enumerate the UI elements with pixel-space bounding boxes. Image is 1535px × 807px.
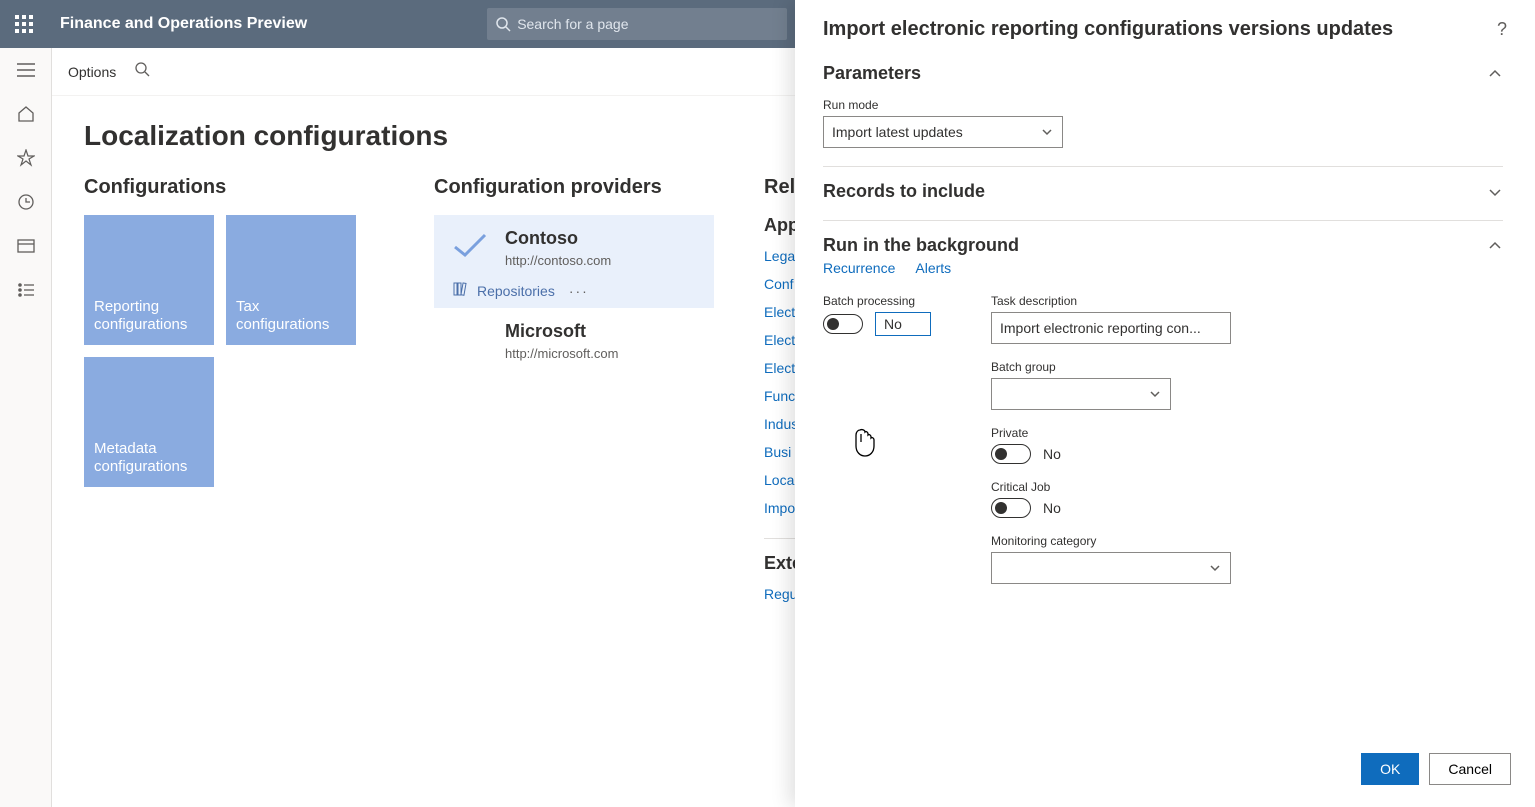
- batch-group-label: Batch group: [991, 360, 1231, 374]
- global-search[interactable]: [487, 8, 787, 40]
- recurrence-link[interactable]: Recurrence: [823, 260, 895, 276]
- chevron-up-icon: [1487, 66, 1503, 82]
- home-button[interactable]: [2, 92, 50, 136]
- more-button[interactable]: ···: [569, 283, 589, 299]
- modules-button[interactable]: [2, 268, 50, 312]
- home-icon: [17, 105, 35, 123]
- critical-value: No: [1043, 500, 1061, 516]
- tile-tax-configurations[interactable]: Tax configurations: [226, 215, 356, 345]
- search-input[interactable]: [517, 16, 779, 32]
- app-title: Finance and Operations Preview: [60, 15, 307, 33]
- task-description-label: Task description: [991, 294, 1231, 308]
- tile-reporting-configurations[interactable]: Reporting configurations: [84, 215, 214, 345]
- section-title: Parameters: [823, 63, 1487, 84]
- monitoring-label: Monitoring category: [991, 534, 1231, 548]
- batch-processing-value: No: [875, 312, 931, 336]
- run-mode-label: Run mode: [823, 98, 1503, 112]
- dialog-title: Import electronic reporting configuratio…: [823, 18, 1497, 41]
- monitoring-select[interactable]: [991, 552, 1231, 584]
- provider-name: Microsoft: [505, 321, 618, 342]
- chevron-down-icon: [1487, 184, 1503, 200]
- section-toggle-background[interactable]: Run in the background: [823, 235, 1503, 256]
- favorites-button[interactable]: [2, 136, 50, 180]
- section-records: Records to include: [823, 166, 1503, 220]
- task-description-input[interactable]: Import electronic reporting con...: [991, 312, 1231, 344]
- provider-url: http://contoso.com: [505, 253, 611, 268]
- private-label: Private: [991, 426, 1231, 440]
- search-icon: [134, 61, 150, 77]
- star-icon: [17, 149, 35, 167]
- section-background: Run in the background Recurrence Alerts …: [823, 220, 1503, 618]
- private-value: No: [1043, 446, 1061, 462]
- workspaces-button[interactable]: [2, 224, 50, 268]
- critical-label: Critical Job: [991, 480, 1231, 494]
- books-icon: [453, 282, 469, 299]
- hamburger-button[interactable]: [2, 48, 50, 92]
- options-menu[interactable]: Options: [68, 64, 116, 80]
- background-left-column: Batch processing No: [823, 294, 931, 600]
- configurations-column: Configurations Reporting configurations …: [84, 176, 384, 614]
- search-icon: [495, 16, 511, 32]
- private-toggle[interactable]: [991, 444, 1031, 464]
- cancel-button[interactable]: Cancel: [1429, 753, 1511, 785]
- critical-toggle[interactable]: [991, 498, 1031, 518]
- background-right-column: Task description Import electronic repor…: [991, 294, 1231, 600]
- provider-name: Contoso: [505, 228, 611, 249]
- batch-group-select[interactable]: [991, 378, 1171, 410]
- run-mode-select[interactable]: Import latest updates: [823, 116, 1063, 148]
- hamburger-icon: [17, 63, 35, 77]
- chevron-down-icon: [1148, 387, 1162, 401]
- alerts-link[interactable]: Alerts: [915, 260, 951, 276]
- provider-url: http://microsoft.com: [505, 346, 618, 361]
- providers-column: Configuration providers Contoso http://c…: [434, 176, 714, 614]
- section-toggle-parameters[interactable]: Parameters: [823, 63, 1503, 84]
- chevron-down-icon: [1208, 561, 1222, 575]
- list-icon: [18, 283, 34, 297]
- app-launcher-button[interactable]: [0, 15, 48, 33]
- section-title: Records to include: [823, 181, 1487, 202]
- left-nav-rail: [0, 48, 52, 807]
- provider-card-microsoft[interactable]: Microsoft http://microsoft.com: [434, 308, 714, 370]
- configurations-heading: Configurations: [84, 176, 384, 199]
- batch-processing-label: Batch processing: [823, 294, 931, 308]
- help-button[interactable]: ?: [1497, 19, 1507, 40]
- section-title: Run in the background: [823, 235, 1487, 256]
- dialog-panel: Import electronic reporting configuratio…: [795, 0, 1535, 807]
- section-toggle-records[interactable]: Records to include: [823, 181, 1503, 202]
- batch-processing-toggle[interactable]: [823, 314, 863, 334]
- run-mode-value: Import latest updates: [832, 124, 963, 140]
- tile-metadata-configurations[interactable]: Metadata configurations: [84, 357, 214, 487]
- clock-icon: [17, 193, 35, 211]
- repositories-link[interactable]: Repositories: [477, 283, 555, 299]
- chevron-down-icon: [1040, 125, 1054, 139]
- ok-button[interactable]: OK: [1361, 753, 1419, 785]
- providers-heading: Configuration providers: [434, 176, 714, 199]
- task-description-value: Import electronic reporting con...: [1000, 320, 1201, 336]
- waffle-icon: [15, 15, 33, 33]
- page-search-button[interactable]: [134, 61, 150, 82]
- card-icon: [17, 239, 35, 253]
- check-icon: [453, 233, 487, 264]
- section-parameters: Parameters Run mode Import latest update…: [823, 49, 1503, 166]
- recent-button[interactable]: [2, 180, 50, 224]
- chevron-up-icon: [1487, 238, 1503, 254]
- provider-card-contoso[interactable]: Contoso http://contoso.com Repositories …: [434, 215, 714, 308]
